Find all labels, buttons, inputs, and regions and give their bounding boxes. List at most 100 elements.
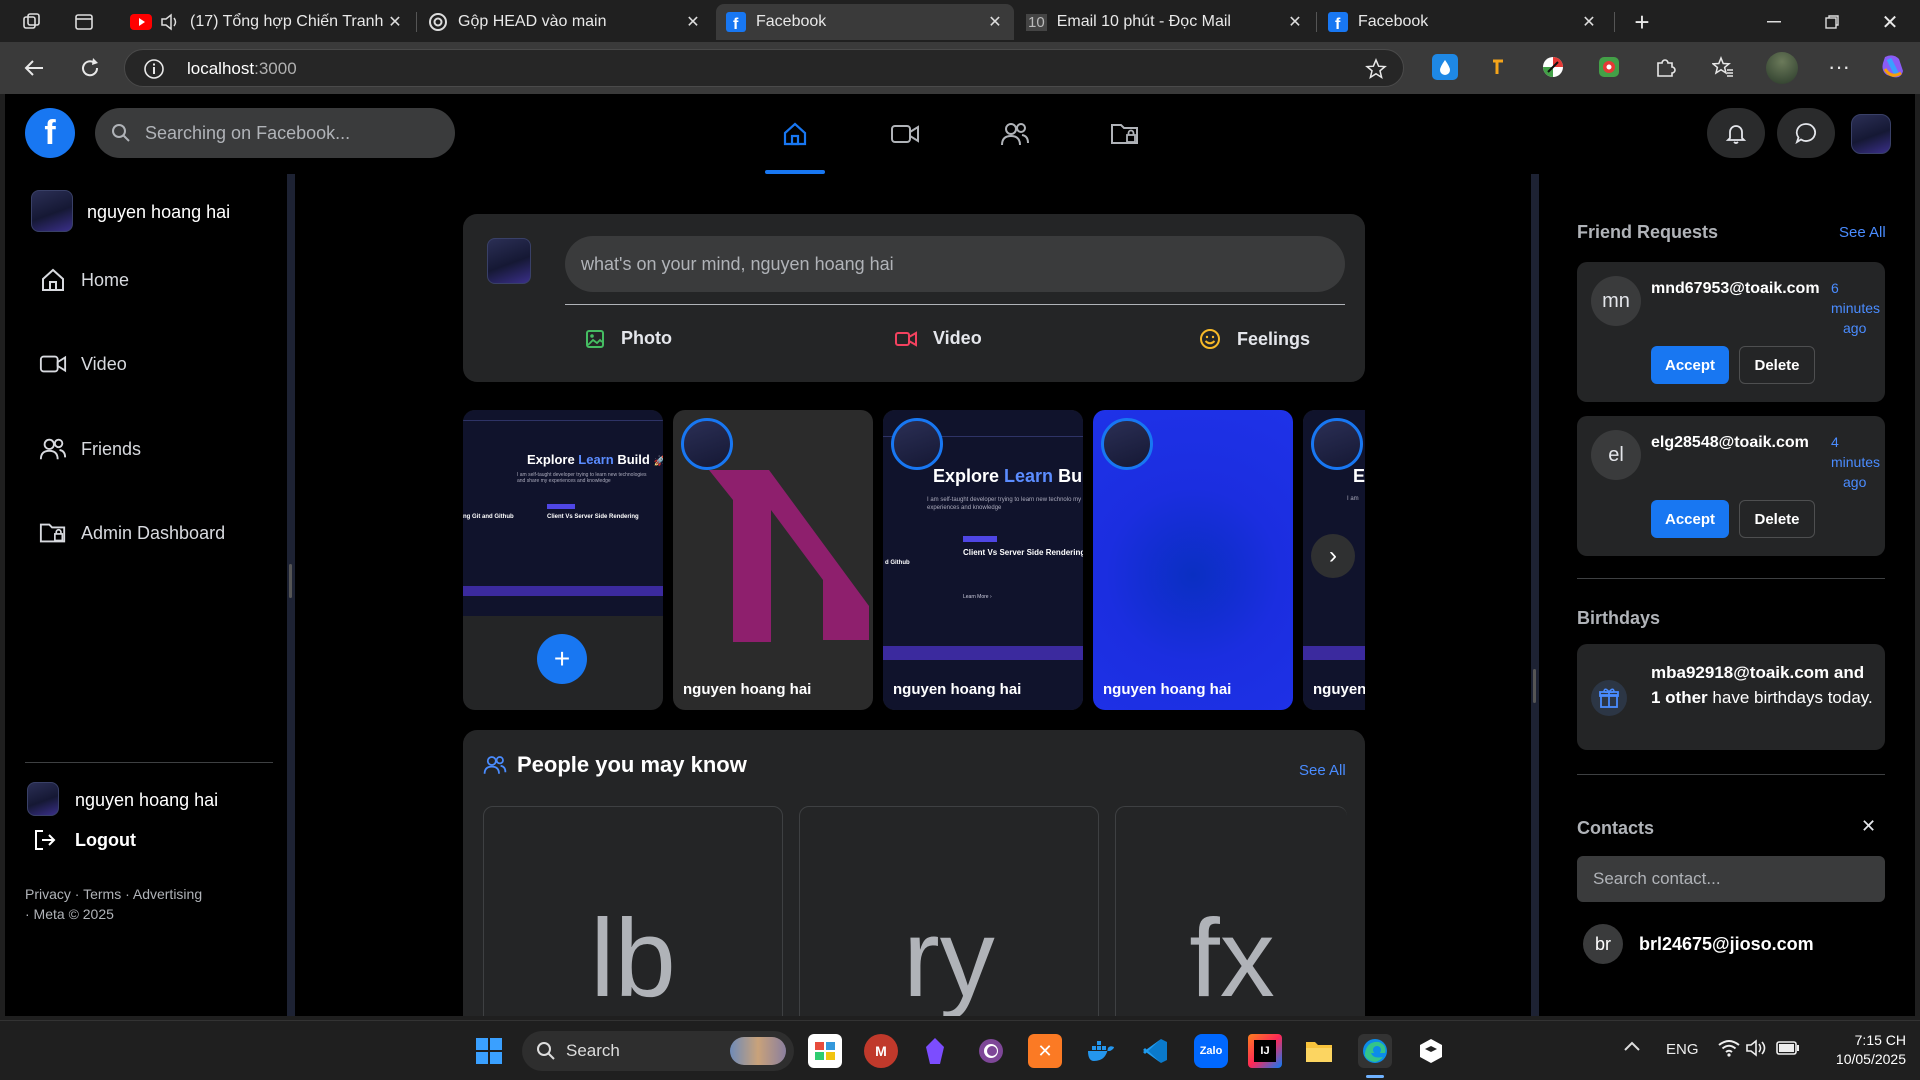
sidebar-item-home[interactable]: Home — [39, 266, 129, 294]
legal-links[interactable]: Privacy · Terms · Advertising · Meta © 2… — [25, 884, 202, 924]
resize-handle[interactable] — [289, 564, 292, 598]
minimize-icon[interactable] — [1760, 8, 1788, 36]
tab-facebook-active[interactable]: f Facebook ✕ — [716, 4, 1014, 40]
requester-avatar[interactable]: el — [1591, 430, 1641, 480]
footer-profile-name[interactable]: nguyen hoang hai — [75, 790, 218, 811]
tab-actions-icon[interactable] — [70, 8, 98, 36]
story-card[interactable]: nguyen hoang hai — [673, 410, 873, 710]
more-menu-icon[interactable]: ··· — [1826, 54, 1852, 80]
story-card[interactable]: Explore Learn Buil I am self-taught deve… — [883, 410, 1083, 710]
close-window-icon[interactable]: ✕ — [1876, 8, 1904, 36]
mcafee-icon[interactable]: M — [864, 1034, 898, 1068]
create-story-card[interactable]: Explore Learn Build 🚀 I am self-taught d… — [463, 410, 663, 710]
favorites-icon[interactable] — [1710, 54, 1736, 80]
legal-line[interactable]: Privacy · Terms · Advertising — [25, 884, 202, 904]
requester-email[interactable]: elg28548@toaik.com — [1651, 434, 1809, 452]
profile-avatar[interactable] — [31, 190, 73, 232]
extension-color-icon[interactable] — [1540, 54, 1566, 80]
refresh-icon[interactable] — [76, 54, 104, 82]
tab-facebook[interactable]: f Facebook ✕ — [1318, 4, 1608, 40]
copilot-icon[interactable] — [1878, 52, 1908, 82]
cube-app-icon[interactable] — [1414, 1034, 1448, 1068]
video-button[interactable]: Video — [895, 328, 982, 349]
sidebar-item-video[interactable]: Video — [39, 352, 127, 376]
friend-requests-see-all[interactable]: See All — [1839, 224, 1886, 241]
stories-next-button[interactable]: › — [1311, 534, 1355, 578]
resize-handle[interactable] — [1533, 669, 1536, 703]
person-card[interactable]: lb — [483, 806, 783, 1016]
xampp-icon[interactable]: ✕ — [1028, 1034, 1062, 1068]
fb-search-input[interactable]: Searching on Facebook... — [95, 108, 455, 158]
maximize-icon[interactable] — [1818, 8, 1846, 36]
composer-input[interactable]: what's on your mind, nguyen hoang hai — [565, 236, 1345, 292]
windows-start-icon[interactable] — [472, 1034, 506, 1068]
speaker-icon[interactable] — [160, 13, 180, 31]
edge-browser-icon[interactable] — [1358, 1034, 1392, 1068]
birthday-card[interactable]: mba92918@toaik.com and 1 other have birt… — [1577, 644, 1885, 750]
volume-icon[interactable] — [1746, 1039, 1768, 1057]
workspaces-icon[interactable] — [18, 8, 46, 36]
close-tab-icon[interactable]: ✕ — [1580, 12, 1598, 32]
close-tab-icon[interactable]: ✕ — [684, 12, 702, 32]
facebook-logo[interactable]: f — [25, 108, 75, 158]
person-card[interactable]: ry — [799, 806, 1099, 1016]
back-arrow-icon[interactable] — [20, 54, 48, 82]
add-story-button[interactable]: + — [537, 634, 587, 684]
delete-button[interactable]: Delete — [1739, 346, 1815, 384]
battery-icon[interactable] — [1776, 1041, 1800, 1055]
accept-button[interactable]: Accept — [1651, 346, 1729, 384]
vscode-icon[interactable] — [1138, 1034, 1172, 1068]
new-tab-icon[interactable]: + — [1628, 7, 1656, 37]
zalo-icon[interactable]: Zalo — [1194, 1034, 1228, 1068]
nav-admin[interactable] — [1095, 110, 1155, 158]
close-tab-icon[interactable]: ✕ — [386, 12, 404, 32]
obsidian-icon[interactable] — [918, 1034, 952, 1068]
sidebar-item-friends[interactable]: Friends — [39, 436, 141, 462]
extension-record-icon[interactable] — [1596, 54, 1622, 80]
person-card[interactable]: fx — [1115, 806, 1347, 1016]
tray-chevron-icon[interactable] — [1624, 1041, 1640, 1051]
nav-friends[interactable] — [985, 110, 1045, 158]
contact-search-input[interactable]: Search contact... — [1577, 856, 1885, 902]
contact-item[interactable]: br brl24675@jioso.com — [1583, 924, 1814, 964]
address-bar[interactable]: localhost:3000 — [124, 49, 1404, 87]
requester-avatar[interactable]: mn — [1591, 276, 1641, 326]
file-explorer-icon[interactable] — [1302, 1034, 1336, 1068]
messenger-button[interactable] — [1777, 108, 1835, 158]
photo-button[interactable]: Photo — [585, 328, 672, 349]
feelings-button[interactable]: Feelings — [1199, 328, 1310, 350]
tab-youtube[interactable]: (17) Tổng hợp Chiến Tranh T ✕ — [120, 4, 414, 40]
clock[interactable]: 7:15 CH 10/05/2025 — [1812, 1031, 1906, 1069]
wifi-icon[interactable] — [1718, 1039, 1740, 1057]
favorite-star-icon[interactable] — [1365, 58, 1387, 80]
profile-avatar[interactable] — [1766, 52, 1798, 84]
people-see-all-link[interactable]: See All — [1299, 762, 1346, 779]
taskbar-search[interactable]: Search — [522, 1031, 794, 1071]
site-info-icon[interactable] — [143, 58, 165, 80]
profile-name[interactable]: nguyen hoang hai — [87, 202, 230, 223]
delete-button[interactable]: Delete — [1739, 500, 1815, 538]
app-store-icon[interactable] — [808, 1034, 842, 1068]
composer-avatar[interactable] — [487, 238, 531, 284]
logout-button[interactable]: Logout — [33, 828, 136, 852]
language-indicator[interactable]: ENG — [1666, 1041, 1699, 1058]
tab-chatgpt[interactable]: Gộp HEAD vào main ✕ — [418, 4, 712, 40]
requester-email[interactable]: mnd67953@toaik.com — [1651, 280, 1820, 298]
jetbrains-icon[interactable]: IJ — [1248, 1034, 1282, 1068]
close-tab-icon[interactable]: ✕ — [1286, 12, 1304, 32]
tab-email[interactable]: 10 Email 10 phút - Đọc Mail ✕ — [1016, 4, 1314, 40]
accept-button[interactable]: Accept — [1651, 500, 1729, 538]
story-card[interactable]: nguyen hoang hai — [1093, 410, 1293, 710]
extension-water-icon[interactable] — [1432, 54, 1458, 80]
close-tab-icon[interactable]: ✕ — [986, 12, 1004, 32]
contacts-close-icon[interactable]: ✕ — [1861, 816, 1876, 837]
nav-home[interactable] — [765, 110, 825, 158]
tor-icon[interactable] — [974, 1034, 1008, 1068]
sidebar-item-admin-dashboard[interactable]: Admin Dashboard — [39, 520, 225, 546]
notifications-button[interactable] — [1707, 108, 1765, 158]
nav-video[interactable] — [875, 110, 935, 158]
extensions-puzzle-icon[interactable] — [1652, 54, 1678, 80]
extension-pickaxe-icon[interactable] — [1486, 54, 1512, 80]
header-avatar[interactable] — [1851, 114, 1891, 154]
footer-avatar[interactable] — [27, 782, 59, 816]
